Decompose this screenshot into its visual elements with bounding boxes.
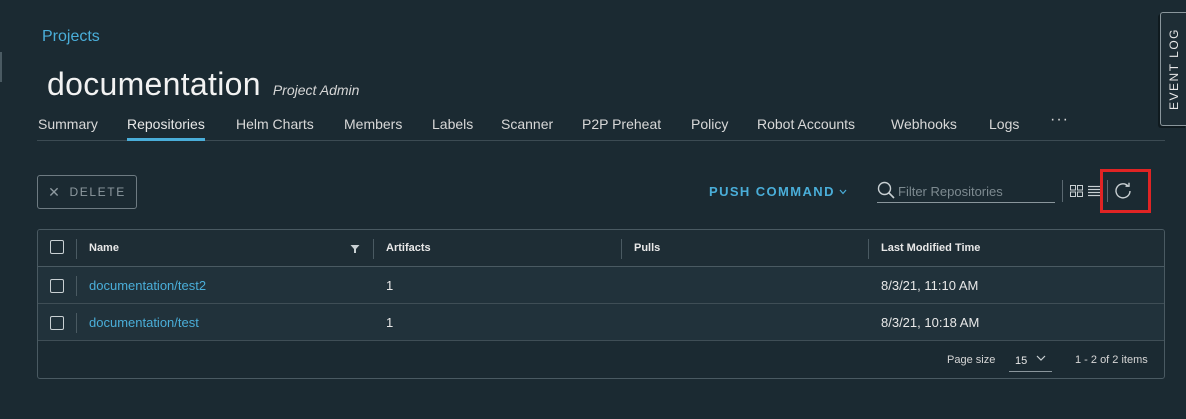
tab-robot-accounts[interactable]: Robot Accounts: [757, 116, 855, 132]
delete-button[interactable]: ✕ DELETE: [37, 175, 137, 209]
refresh-icon[interactable]: [1113, 181, 1133, 201]
column-separator: [76, 313, 77, 333]
grid-list-toggle-icon[interactable]: [1070, 184, 1102, 198]
repository-name-link[interactable]: documentation/test: [89, 315, 199, 330]
title-row: documentation Project Admin: [47, 66, 359, 103]
filter-repositories-input[interactable]: [898, 181, 1053, 201]
repository-name-link[interactable]: documentation/test2: [89, 278, 206, 293]
column-separator: [76, 239, 77, 259]
artifacts-count: 1: [386, 315, 394, 330]
toolbar-divider: [1062, 180, 1063, 202]
tab-helm-charts[interactable]: Helm Charts: [236, 116, 314, 132]
tabs-more-button[interactable]: ···: [1050, 111, 1069, 129]
tab-webhooks[interactable]: Webhooks: [891, 116, 957, 132]
push-command-label: PUSH COMMAND: [709, 184, 835, 199]
search-icon: [877, 181, 895, 199]
tab-members[interactable]: Members: [344, 116, 402, 132]
page-size-value: 15: [1015, 355, 1028, 367]
project-tabs: Summary Repositories Helm Charts Members…: [37, 111, 1165, 141]
column-header-pulls[interactable]: Pulls: [634, 242, 660, 254]
table-row: documentation/test2 1 8/3/21, 11:10 AM: [38, 267, 1164, 304]
last-modified-time: 8/3/21, 11:10 AM: [881, 278, 979, 293]
column-separator: [868, 239, 869, 259]
column-header-artifacts[interactable]: Artifacts: [386, 242, 431, 254]
event-log-button[interactable]: EVENT LOG: [1160, 12, 1186, 126]
close-icon: ✕: [48, 183, 62, 200]
column-separator: [621, 239, 622, 259]
last-modified-time: 8/3/21, 10:18 AM: [881, 315, 980, 330]
push-command-dropdown[interactable]: PUSH COMMAND: [709, 184, 847, 199]
left-edge-handle: [0, 52, 2, 82]
tab-repositories[interactable]: Repositories: [127, 116, 205, 141]
project-role: Project Admin: [272, 82, 360, 98]
tab-labels[interactable]: Labels: [432, 116, 473, 132]
page-size-select[interactable]: 15: [1009, 349, 1052, 372]
repositories-table: Name Artifacts Pulls Last Modified Time …: [37, 229, 1165, 379]
select-all-checkbox[interactable]: [50, 240, 64, 254]
delete-label: DELETE: [69, 185, 126, 199]
artifacts-count: 1: [386, 278, 394, 293]
item-count: 1 - 2 of 2 items: [1075, 354, 1148, 366]
tab-scanner[interactable]: Scanner: [501, 116, 553, 132]
event-log-label: EVENT LOG: [1167, 28, 1181, 110]
row-checkbox[interactable]: [50, 279, 64, 293]
tab-p2p-preheat[interactable]: P2P Preheat: [582, 116, 661, 132]
chevron-down-icon: [1036, 355, 1046, 361]
tab-policy[interactable]: Policy: [691, 116, 728, 132]
chevron-down-icon: [839, 189, 847, 194]
row-checkbox[interactable]: [50, 316, 64, 330]
page-size-label: Page size: [947, 354, 996, 366]
table-header: Name Artifacts Pulls Last Modified Time: [38, 230, 1164, 267]
breadcrumb-projects[interactable]: Projects: [42, 28, 100, 46]
table-footer: Page size 15 1 - 2 of 2 items: [38, 341, 1164, 378]
page-title: documentation: [47, 66, 261, 102]
filter-icon[interactable]: [350, 244, 360, 254]
tab-logs[interactable]: Logs: [989, 116, 1019, 132]
column-header-last-modified[interactable]: Last Modified Time: [881, 242, 980, 254]
column-header-name[interactable]: Name: [89, 242, 119, 254]
column-separator: [76, 276, 77, 296]
table-row: documentation/test 1 8/3/21, 10:18 AM: [38, 304, 1164, 341]
tab-summary[interactable]: Summary: [38, 116, 98, 132]
column-separator: [373, 239, 374, 259]
filter-field: [877, 180, 1055, 203]
